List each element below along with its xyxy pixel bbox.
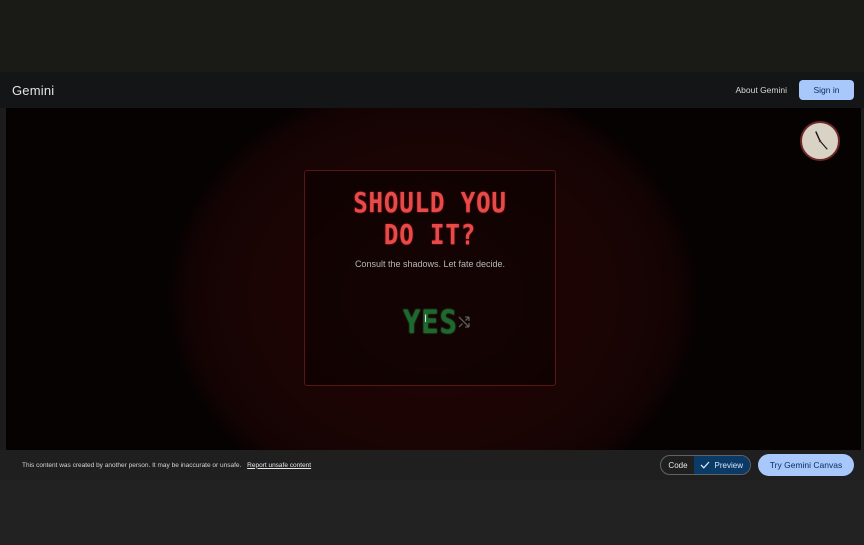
- subtitle: Consult the shadows. Let fate decide.: [354, 259, 506, 269]
- footer-bar: This content was created by another pers…: [0, 450, 864, 480]
- clock-icon[interactable]: [800, 121, 840, 161]
- clock-minute-hand: [819, 140, 828, 150]
- preview-label: Preview: [714, 460, 743, 470]
- clock-face: [815, 131, 828, 150]
- sign-in-button[interactable]: Sign in: [799, 80, 854, 100]
- shuffle-arrows: [458, 316, 470, 328]
- clock-center: [818, 139, 822, 143]
- try-gemini-canvas-button[interactable]: Try Gemini Canvas: [758, 454, 854, 476]
- answer-row: YES I: [305, 303, 555, 343]
- check-mark: [700, 461, 710, 469]
- clock-hour-hand: [815, 131, 821, 142]
- about-gemini-link[interactable]: About Gemini: [736, 85, 788, 95]
- check-icon: [700, 461, 710, 469]
- bottom-area: [0, 480, 864, 545]
- page-title: SHOULD YOU DO IT?: [353, 186, 507, 251]
- browser-top-band: [0, 0, 864, 72]
- gemini-logo[interactable]: Gemini: [12, 83, 54, 98]
- content-notice: This content was created by another pers…: [22, 462, 311, 469]
- shuffle-icon-svg: [458, 316, 470, 328]
- notice-text: This content was created by another pers…: [22, 461, 242, 469]
- gemini-topbar: Gemini About Gemini Sign in: [0, 72, 864, 108]
- code-tab[interactable]: Code: [661, 456, 693, 474]
- text-cursor: I: [424, 313, 428, 325]
- canvas-preview: SHOULD YOU DO IT? Consult the shadows. L…: [6, 108, 861, 450]
- fate-card: SHOULD YOU DO IT? Consult the shadows. L…: [304, 170, 556, 386]
- code-preview-toggle: Code Preview: [660, 455, 751, 475]
- shuffle-icon[interactable]: [457, 315, 471, 334]
- answer-text[interactable]: YES: [403, 303, 458, 341]
- report-unsafe-link[interactable]: Report unsafe content: [247, 462, 311, 469]
- preview-tab[interactable]: Preview: [693, 456, 750, 474]
